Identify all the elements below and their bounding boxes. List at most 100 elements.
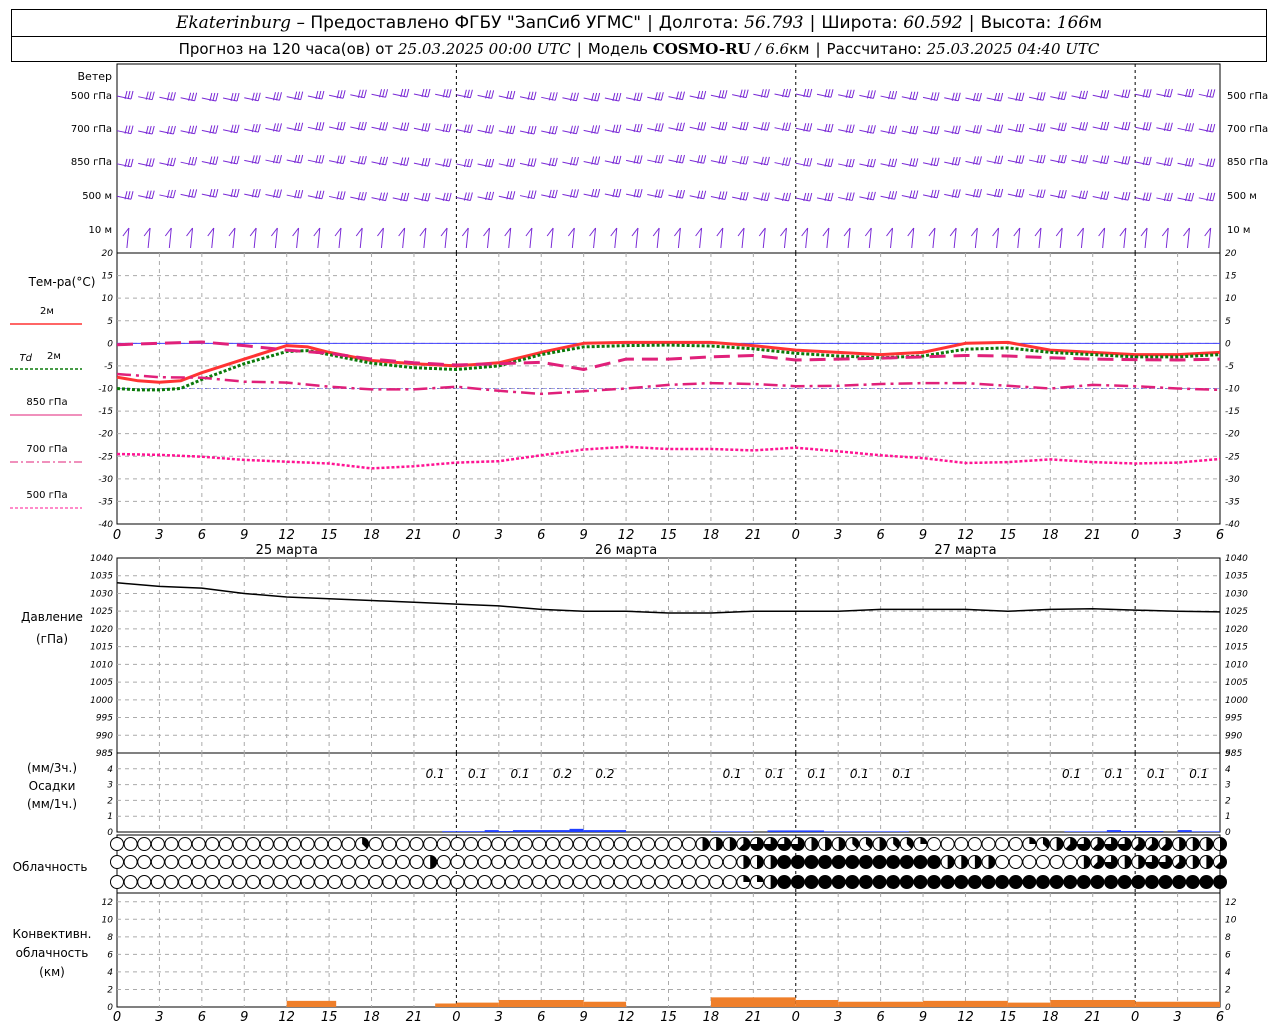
wind-barb-feather <box>339 191 343 200</box>
cloud-fill <box>757 875 764 882</box>
wind-barb <box>604 92 622 102</box>
wind-barb-feather <box>657 92 661 101</box>
cloud-symbol <box>695 875 710 889</box>
wind-barb-feather <box>1039 92 1043 101</box>
wind-barb <box>604 155 622 165</box>
wind-barb-feather <box>721 121 725 131</box>
wind-barb-feather <box>530 91 534 100</box>
cloud-symbol <box>641 837 656 851</box>
cloud-circle <box>627 855 642 869</box>
cloud-circle <box>790 855 805 869</box>
cloud-circle <box>804 875 819 889</box>
wind-barb <box>859 191 876 201</box>
wind-barb <box>668 154 685 164</box>
cloud-symbol <box>613 855 628 869</box>
wind-barb-feather <box>891 125 895 134</box>
cloud-symbol <box>1063 837 1078 851</box>
wind-barb-feather <box>509 158 513 167</box>
wind-barb-feather <box>491 125 495 134</box>
wind-barb-feather <box>318 122 322 131</box>
temp-xtick-label: 6 <box>537 528 545 543</box>
wind-barb-feather <box>233 92 237 102</box>
cloud-fill <box>1220 837 1227 851</box>
wind-barb <box>562 189 579 198</box>
cloud-circle <box>218 875 233 889</box>
wind-barb-feather <box>721 191 725 200</box>
wind-barb-feather <box>466 158 470 168</box>
temp-ytick-right: -35 <box>1225 497 1240 507</box>
cloud-circle <box>668 837 683 851</box>
temp-xtick-label: 0 <box>792 528 800 543</box>
cloud-circle <box>981 837 996 851</box>
wind-level-label-right: 700 гПа <box>1227 124 1268 135</box>
wind-barb <box>392 122 410 132</box>
wind-level-label-right: 500 гПа <box>1227 91 1268 102</box>
conv-xtick-label: 9 <box>580 1010 588 1024</box>
cloud-symbol <box>368 855 383 869</box>
wind-barb-feather <box>172 125 176 135</box>
cloud-symbol <box>858 837 873 851</box>
cloud-symbol <box>246 855 261 869</box>
wind-barb <box>880 125 898 135</box>
wind-barb <box>753 122 770 131</box>
cloud-fill <box>743 875 750 882</box>
temp-series-500-гПа <box>116 445 1221 470</box>
wind-barb-feather <box>703 155 707 164</box>
wind-barb <box>477 158 495 168</box>
wind-barb-feather <box>339 121 343 131</box>
wind-barb-feather <box>509 125 513 134</box>
wind-barb-feather <box>636 189 640 198</box>
precip-bar <box>583 830 627 832</box>
wind-barb <box>456 89 473 99</box>
wind-barb <box>350 89 367 99</box>
wind-barb-feather <box>1060 190 1064 199</box>
wind-barb <box>689 90 707 100</box>
wind-barb-feather <box>448 123 452 133</box>
wind-barb-feather <box>954 189 958 198</box>
cloud-fill <box>702 837 710 851</box>
wind-barb-feather <box>682 189 685 199</box>
wind-barb-feather <box>742 121 746 131</box>
cloud-circle <box>954 837 969 851</box>
cloud-symbol <box>886 837 901 851</box>
wind-barb <box>965 125 982 134</box>
cloud-symbol <box>586 875 601 889</box>
wind-barb <box>1113 89 1131 99</box>
cloud-fill <box>1192 855 1200 869</box>
cloud-symbol <box>1049 875 1064 889</box>
wind-barb-feather <box>491 191 495 201</box>
wind-barb-feather <box>742 156 746 165</box>
cloud-symbol <box>218 875 233 889</box>
wind-barb <box>265 189 282 199</box>
temp-xtick-label: 9 <box>580 528 588 543</box>
cloud-symbol <box>1049 855 1064 869</box>
conv-xtick-label: 3 <box>495 1010 503 1024</box>
cloud-symbol <box>1022 875 1037 889</box>
cloud-circle <box>995 875 1010 889</box>
wind-barb <box>838 124 855 134</box>
cloud-symbol <box>954 875 969 889</box>
wind-barb-feather <box>806 123 810 132</box>
wind-barb-feather <box>1169 192 1173 202</box>
wind-barb-feather <box>742 89 746 98</box>
cloud-symbol <box>518 875 533 889</box>
conv-xtick-label: 15 <box>321 1010 338 1024</box>
cloud-symbol <box>273 837 288 851</box>
cloud-circle <box>981 875 996 889</box>
wind-barb-feather <box>172 92 176 101</box>
wind-barb-feather <box>1212 123 1216 133</box>
cloud-symbol <box>246 837 261 851</box>
wind-barb <box>774 157 792 167</box>
cloud-symbol <box>1158 837 1173 851</box>
cloud-circle <box>532 837 547 851</box>
wind-barb-feather <box>679 189 682 199</box>
cloud-symbol <box>818 837 833 851</box>
pressure-ytick-right: 1005 <box>1225 678 1248 688</box>
cloud-circle <box>232 837 247 851</box>
wind-barb-feather <box>912 190 916 199</box>
wind-barb-feather <box>597 156 601 165</box>
cloud-symbol <box>654 837 669 851</box>
conv-xtick-label: 12 <box>618 1010 635 1024</box>
cloud-symbol <box>1008 855 1023 869</box>
wind-barb <box>1198 123 1216 133</box>
